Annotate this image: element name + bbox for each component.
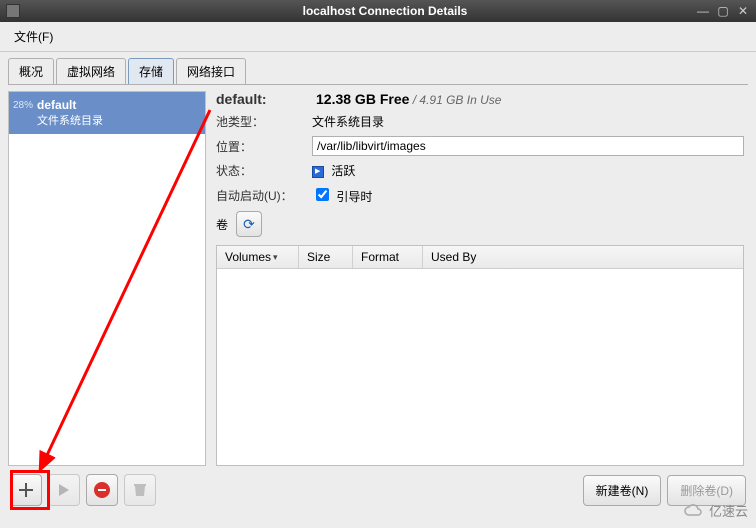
pool-in-use: / 4.91 GB In Use xyxy=(413,93,502,107)
menubar: 文件(F) xyxy=(0,22,756,52)
pool-subtitle: 文件系统目录 xyxy=(37,112,103,128)
state-label: 状态： xyxy=(216,162,312,179)
cloud-icon xyxy=(683,503,705,519)
maximize-icon[interactable]: ▢ xyxy=(716,4,730,18)
pool-name-label: default: xyxy=(216,91,312,107)
volumes-table: Volumes ▾ Size Format Used By xyxy=(216,245,744,466)
table-header: Volumes ▾ Size Format Used By xyxy=(217,246,743,269)
refresh-icon: ⟳ xyxy=(243,216,255,233)
delete-pool-button[interactable] xyxy=(124,474,156,506)
col-volumes[interactable]: Volumes ▾ xyxy=(217,246,299,268)
trash-icon xyxy=(133,483,147,497)
autostart-value: 引导时 xyxy=(336,190,372,204)
storage-pool-list: 28% default 文件系统目录 xyxy=(8,91,206,466)
pool-details: default: 12.38 GB Free / 4.91 GB In Use … xyxy=(212,85,748,466)
autostart-label: 自动启动(U)： xyxy=(216,187,312,204)
pool-name: default xyxy=(37,98,103,112)
pool-type-value: 文件系统目录 xyxy=(312,113,744,130)
close-icon[interactable]: ✕ xyxy=(736,4,750,18)
plus-icon xyxy=(19,483,33,497)
new-volume-button[interactable]: 新建卷(N) xyxy=(583,475,662,506)
pool-item-default[interactable]: 28% default 文件系统目录 xyxy=(9,92,205,134)
pool-type-label: 池类型： xyxy=(216,113,312,130)
stop-icon xyxy=(93,481,111,499)
window-title: localhost Connection Details xyxy=(20,4,750,18)
watermark: 亿速云 xyxy=(683,501,748,520)
tabbar: 概况 虚拟网络 存储 网络接口 xyxy=(0,52,756,84)
running-icon xyxy=(312,166,324,178)
location-input[interactable] xyxy=(312,136,744,156)
stop-pool-button[interactable] xyxy=(86,474,118,506)
bottom-toolbar: 新建卷(N) 删除卷(D) xyxy=(0,466,756,514)
col-usedby[interactable]: Used By xyxy=(423,246,743,268)
menu-file[interactable]: 文件(F) xyxy=(8,26,59,47)
start-pool-button[interactable] xyxy=(48,474,80,506)
volumes-label: 卷 xyxy=(216,216,236,233)
tab-storage[interactable]: 存储 xyxy=(128,58,174,84)
titlebar-icon xyxy=(6,4,20,18)
pool-usage-pct: 28% xyxy=(13,100,33,111)
tab-virtual-networks[interactable]: 虚拟网络 xyxy=(56,58,126,84)
col-format[interactable]: Format xyxy=(353,246,423,268)
titlebar: localhost Connection Details — ▢ ✕ xyxy=(0,0,756,22)
minimize-icon[interactable]: — xyxy=(696,4,710,18)
add-pool-button[interactable] xyxy=(10,474,42,506)
location-label: 位置： xyxy=(216,138,312,155)
state-value: 活跃 xyxy=(331,164,355,178)
refresh-button[interactable]: ⟳ xyxy=(236,211,262,237)
pool-free-space: 12.38 GB Free xyxy=(316,91,409,107)
tab-overview[interactable]: 概况 xyxy=(8,58,54,84)
play-icon xyxy=(58,484,70,496)
autostart-checkbox[interactable] xyxy=(316,188,329,201)
chevron-down-icon: ▾ xyxy=(273,252,278,263)
col-size[interactable]: Size xyxy=(299,246,353,268)
tab-network-interfaces[interactable]: 网络接口 xyxy=(176,58,246,84)
